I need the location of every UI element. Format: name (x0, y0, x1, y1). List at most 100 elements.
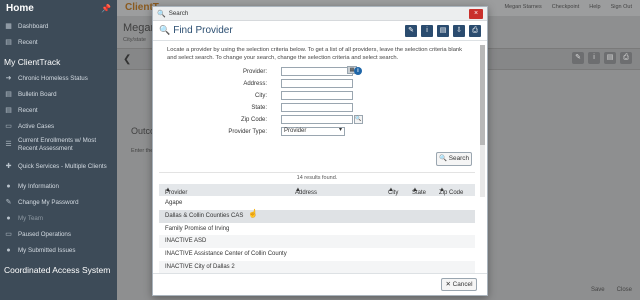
dialog-toolbar: ✎ i ▤ ⇩ ⎙ (405, 25, 481, 37)
team-icon: ● (6, 214, 11, 222)
provider-type-label: Provider Type: (228, 129, 267, 135)
cancel-icon: ✕ (445, 281, 451, 288)
city-input[interactable] (281, 91, 353, 100)
address-label: Address: (243, 81, 267, 87)
sidebar-item-my-team[interactable]: ● My Team (0, 210, 117, 226)
service-icon: ✚ (5, 163, 12, 170)
sidebar-item-label: Chronic Homeless Status (18, 74, 88, 82)
sidebar-item-label: Paused Operations (18, 230, 71, 238)
print-icon[interactable]: ⎙ (620, 52, 632, 64)
document-icon[interactable]: ▤ (437, 25, 449, 37)
save-button[interactable]: Save (591, 287, 605, 293)
checkpoint-link[interactable]: Checkpoint (552, 4, 580, 10)
print-icon[interactable]: ⎙ (469, 25, 481, 37)
edit-icon[interactable]: ✎ (572, 52, 584, 64)
sidebar-item-label: My Team (18, 214, 43, 222)
sidebar-item-quick-services[interactable]: ✚ Quick Services - Multiple Clients (0, 156, 117, 178)
client-subtitle: City/state (123, 37, 146, 43)
sidebar-home-header: Home 📌 (0, 0, 117, 18)
table-row[interactable]: Dallas & Collin Counties CAS (159, 209, 475, 223)
help-link[interactable]: Help (589, 4, 600, 10)
info-icon[interactable]: i (421, 25, 433, 37)
sidebar-item-label: Recent (18, 106, 38, 114)
sidebar-item-paused-operations[interactable]: ▭ Paused Operations (0, 226, 117, 242)
list-icon: ☰ (5, 141, 12, 148)
zip-input[interactable] (281, 115, 353, 124)
user-name-link[interactable]: Megan Starnes (504, 4, 541, 10)
table-row[interactable]: Family Promise of Irving (159, 223, 475, 236)
dialog-header: 🔍 Find Provider ✎ i ▤ ⇩ ⎙ (153, 21, 487, 41)
recent-icon: ▤ (5, 107, 12, 114)
scrollbar-thumb[interactable] (480, 45, 485, 145)
table-row[interactable]: INACTIVE City of Dallas 2 (159, 260, 475, 274)
sidebar-item-dashboard[interactable]: ▦ Dashboard (0, 18, 117, 34)
sign-out-link[interactable]: Sign Out (611, 4, 632, 10)
zip-search-icon[interactable]: 🔍 (354, 115, 363, 124)
dialog-footer: ✕ Cancel (153, 273, 487, 295)
sidebar-item-active-cases[interactable]: ▭ Active Cases (0, 118, 117, 134)
sidebar-item-label: My Information (18, 182, 59, 190)
city-label: City: (255, 93, 267, 99)
sidebar-item-change-password[interactable]: ✎ Change My Password (0, 194, 117, 210)
lock-icon: ✎ (5, 199, 12, 206)
cancel-button-label: Cancel (452, 281, 473, 288)
column-header-city[interactable]: City ▲ (388, 187, 398, 196)
table-row[interactable]: Agape (159, 197, 475, 210)
provider-input[interactable] (281, 67, 353, 76)
provider-row: Provider: ▦ i (153, 66, 479, 77)
sidebar-item-submitted-issues[interactable]: ● My Submitted Issues (0, 242, 117, 258)
provider-label: Provider: (242, 69, 267, 75)
search-icon: 🔍 (439, 155, 447, 162)
city-row: City: (153, 91, 479, 101)
search-button-label: Search (448, 155, 469, 162)
issue-icon: ● (6, 246, 11, 254)
folder-icon: ▭ (5, 123, 12, 130)
close-icon[interactable]: × (469, 9, 483, 19)
sidebar-item-label: Active Cases (18, 122, 55, 130)
sidebar-item-label: Recent (18, 38, 38, 46)
sidebar-item-my-information[interactable]: ● My Information (0, 178, 117, 194)
state-row: State: (153, 103, 479, 113)
sidebar-item-label: My Submitted Issues (18, 246, 76, 254)
column-header-state[interactable]: State ▲ (412, 187, 426, 196)
background-footer: Save Close (480, 280, 640, 300)
zip-label: Zip Code: (240, 117, 267, 123)
table-row[interactable]: INACTIVE Assistance Center of Collin Cou… (159, 248, 475, 261)
state-input[interactable] (281, 103, 353, 112)
sidebar-item-recent[interactable]: ▤ Recent (0, 102, 117, 118)
find-provider-dialog: 🔍 Search × 🔍 Find Provider ✎ i ▤ ⇩ ⎙ Loc… (152, 6, 488, 296)
info-icon[interactable]: i (588, 52, 600, 64)
pause-icon: ▭ (5, 231, 12, 238)
search-button[interactable]: 🔍 Search (436, 152, 472, 166)
address-row: Address: (153, 79, 479, 89)
sidebar-item-label: Change My Password (18, 198, 79, 206)
sidebar-item-chronic-homeless[interactable]: ➜ Chronic Homeless Status (0, 70, 117, 86)
sidebar-item-recent-home[interactable]: ▤ Recent (0, 34, 117, 50)
column-header-zip[interactable]: Zip Code ▲ (439, 187, 463, 196)
dialog-window-title: Search (168, 10, 189, 17)
document-icon[interactable]: ▤ (604, 52, 616, 64)
column-header-address[interactable]: Address ▲ (295, 187, 317, 196)
board-icon: ▤ (5, 91, 12, 98)
edit-icon[interactable]: ✎ (405, 25, 417, 37)
sidebar-item-bulletin-board[interactable]: ▤ Bulletin Board (0, 86, 117, 102)
table-row[interactable]: INACTIVE ASD (159, 235, 475, 249)
sidebar-bottom-section[interactable]: Coordinated Access System (0, 260, 117, 278)
sidebar-item-current-enrollments[interactable]: ☰ Current Enrollments w/ Most Recent Ass… (0, 134, 117, 156)
provider-type-select[interactable]: Provider (281, 127, 345, 136)
dialog-body: Locate a provider by using the selection… (153, 42, 479, 274)
info-icon[interactable]: i (354, 67, 362, 75)
close-button[interactable]: Close (617, 287, 632, 293)
cancel-button[interactable]: ✕ Cancel (441, 278, 477, 291)
dialog-title: Find Provider (173, 25, 233, 36)
column-header-provider[interactable]: Provider ▲ (165, 187, 187, 196)
dialog-scrollbar[interactable] (480, 45, 485, 197)
sidebar-item-label: Bulletin Board (18, 90, 57, 98)
instructions-text: Locate a provider by using the selection… (167, 47, 463, 61)
pin-icon[interactable]: 📌 (101, 4, 111, 13)
export-icon[interactable]: ⇩ (453, 25, 465, 37)
results-table: Agape Dallas & Collin Counties CAS Famil… (159, 197, 475, 274)
arrow-icon: ➜ (5, 75, 12, 82)
address-input[interactable] (281, 79, 353, 88)
back-arrow-icon[interactable]: ❮ (123, 54, 131, 65)
